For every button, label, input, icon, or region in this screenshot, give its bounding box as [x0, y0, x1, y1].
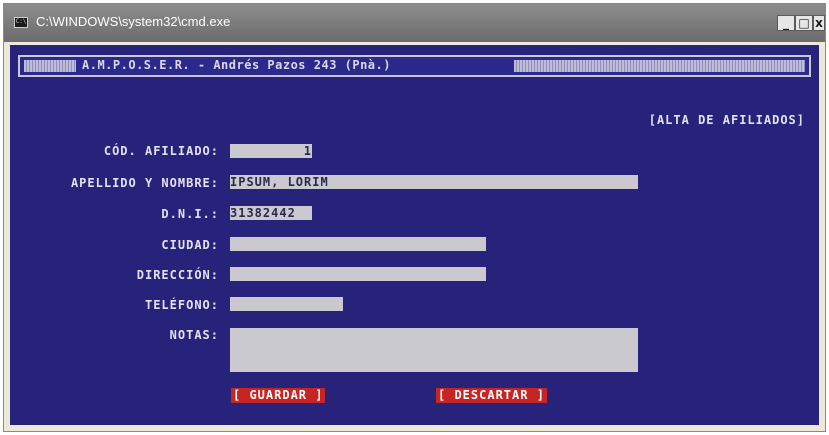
console-area[interactable]: A.M.P.O.S.E.R. - Andrés Pazos 243 (Pnà.)… — [10, 45, 819, 425]
label-cod-afiliado: CÓD. AFILIADO: — [103, 144, 219, 158]
cod-afiliado-field[interactable]: 1 — [230, 144, 312, 158]
header-pattern-left — [24, 60, 76, 72]
apellido-nombre-field[interactable]: IPSUM, LORIM — [230, 175, 638, 189]
descartar-button[interactable]: [ DESCARTAR ] — [436, 388, 547, 403]
minimize-button[interactable]: _ — [777, 15, 795, 31]
label-apellido-nombre: APELLIDO Y NOMBRE: — [70, 176, 219, 190]
window-title: C:\WINDOWS\system32\cmd.exe — [36, 14, 231, 29]
telefono-field[interactable] — [230, 297, 343, 311]
label-dni: D.N.I.: — [161, 207, 219, 221]
header-pattern-right — [514, 60, 805, 72]
label-notas: NOTAS: — [169, 328, 219, 342]
app-header-title: A.M.P.O.S.E.R. - Andrés Pazos 243 (Pnà.) — [82, 58, 391, 72]
close-button[interactable]: x — [813, 15, 825, 31]
label-ciudad: CIUDAD: — [161, 238, 219, 252]
dni-field[interactable]: 31382442 — [230, 206, 312, 220]
ciudad-field[interactable] — [230, 237, 486, 251]
window-right-frame — [819, 45, 825, 425]
maximize-button[interactable]: □ — [795, 15, 813, 31]
label-telefono: TELÉFONO: — [144, 298, 219, 312]
label-direccion: DIRECCIÓN: — [136, 268, 219, 282]
direccion-field[interactable] — [230, 267, 486, 281]
notas-field[interactable] — [230, 328, 638, 372]
guardar-button[interactable]: [ GUARDAR ] — [231, 388, 326, 403]
title-bar[interactable]: C:\ C:\WINDOWS\system32\cmd.exe _ □ x — [4, 4, 825, 42]
cmd-icon[interactable]: C:\ — [14, 17, 28, 28]
screen-title: [ALTA DE AFILIADOS] — [648, 113, 805, 127]
app-header-bar: A.M.P.O.S.E.R. - Andrés Pazos 243 (Pnà.) — [18, 55, 811, 77]
cmd-window: C:\ C:\WINDOWS\system32\cmd.exe _ □ x A.… — [3, 3, 826, 432]
